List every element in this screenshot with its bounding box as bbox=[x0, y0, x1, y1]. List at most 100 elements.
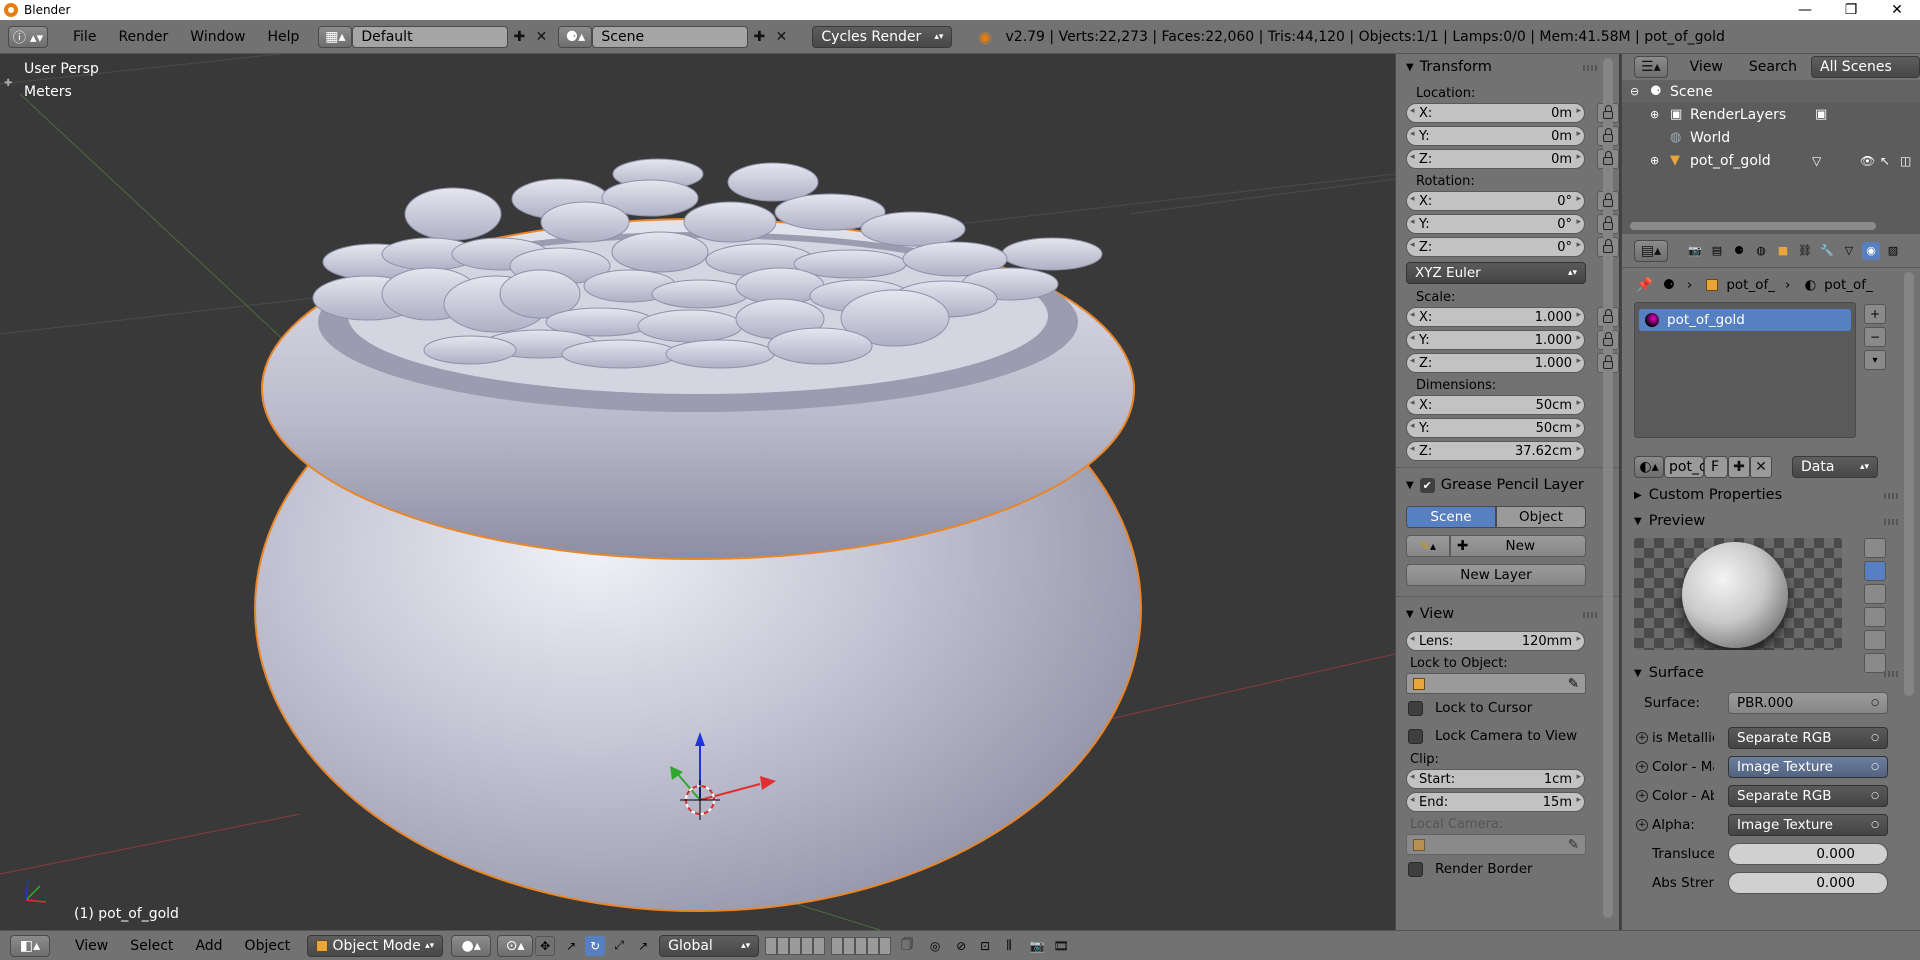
normal-manipulator-icon[interactable]: ↗ bbox=[633, 936, 653, 956]
grease-pencil-browse-button[interactable]: ✎ ▴ bbox=[1406, 535, 1450, 557]
unlink-material-icon[interactable]: ✕ bbox=[1750, 456, 1772, 478]
outliner-item-world[interactable]: ◍ World bbox=[1622, 126, 1920, 149]
material-browse-button[interactable]: ◐▴ bbox=[1634, 456, 1664, 478]
outliner-item-renderlayers[interactable]: ⊕ ▣ RenderLayers ▣ bbox=[1622, 103, 1920, 126]
location-y-field[interactable]: Y: 0m bbox=[1406, 126, 1585, 146]
layout-name-field[interactable]: Default bbox=[352, 25, 509, 48]
panel-grip-icon[interactable] bbox=[1884, 671, 1898, 677]
material-name-field[interactable]: pot_o bbox=[1664, 456, 1708, 478]
outliner-editor-type-button[interactable]: ☰▴ bbox=[1634, 56, 1668, 78]
view-panel-header[interactable]: ▼ View bbox=[1396, 603, 1619, 625]
minimize-button[interactable]: — bbox=[1782, 0, 1828, 20]
surface-shader-dropdown[interactable]: PBR.000 ○ bbox=[1728, 691, 1888, 714]
new-grease-pencil-button[interactable]: ✚ New bbox=[1450, 535, 1586, 557]
preview-sphere-icon[interactable] bbox=[1864, 561, 1886, 581]
material-context-icon[interactable]: ◉ bbox=[1862, 241, 1880, 260]
preview-panel-header[interactable]: ▼ Preview bbox=[1622, 508, 1920, 534]
snap-icon[interactable]: ⊘ bbox=[951, 936, 971, 956]
remove-scene-icon[interactable]: ✕ bbox=[770, 26, 792, 48]
add-scene-icon[interactable]: ✚ bbox=[748, 26, 770, 48]
rotation-mode-dropdown[interactable]: XYZ Euler ▴▾ bbox=[1406, 262, 1586, 284]
texture-context-icon[interactable]: ▨ bbox=[1884, 242, 1902, 260]
preview-plane-icon[interactable] bbox=[1864, 538, 1886, 558]
menu-add[interactable]: Add bbox=[184, 938, 233, 954]
menu-window[interactable]: Window bbox=[179, 29, 256, 45]
panel-grip-icon[interactable] bbox=[1884, 519, 1898, 525]
lock-object-field[interactable]: ✎ bbox=[1406, 673, 1586, 694]
editor-type-button[interactable]: ⓘ ▴▾ bbox=[8, 25, 48, 48]
dimension-z-field[interactable]: Z: 37.62cm bbox=[1406, 441, 1585, 461]
expand-input-icon[interactable]: + bbox=[1636, 731, 1648, 744]
translucency-slider[interactable]: 0.000 bbox=[1728, 842, 1888, 865]
layer-lock-icon[interactable]: 🗍 bbox=[897, 936, 917, 956]
expand-toggle-icon[interactable]: ⊕ bbox=[1650, 154, 1659, 167]
material-slot-item[interactable]: pot_of_gold bbox=[1639, 309, 1851, 331]
input-link-dropdown[interactable]: Image Texture ○ bbox=[1728, 813, 1888, 836]
toolshelf-toggle-icon[interactable]: ✚ bbox=[4, 78, 12, 89]
proportional-edit-icon[interactable]: ◎ bbox=[925, 936, 945, 956]
layout-browse-button[interactable]: ▦▴ bbox=[318, 25, 353, 48]
clip-end-field[interactable]: End: 15m bbox=[1406, 792, 1585, 812]
rotation-y-field[interactable]: Y: 0° bbox=[1406, 214, 1585, 234]
layers-grid-2[interactable] bbox=[831, 936, 892, 955]
new-material-icon[interactable]: ✚ bbox=[1728, 456, 1750, 478]
eyedropper-icon[interactable]: ✎ bbox=[1568, 676, 1579, 692]
menu-help[interactable]: Help bbox=[256, 29, 310, 45]
lock-camera-checkbox[interactable]: Lock Camera to View bbox=[1396, 722, 1619, 750]
eyedropper-icon[interactable]: ✎ bbox=[1568, 837, 1579, 853]
rotation-x-field[interactable]: X: 0° bbox=[1406, 191, 1585, 211]
rotation-z-field[interactable]: Z: 0° bbox=[1406, 237, 1585, 257]
render-context-icon[interactable]: 📷 bbox=[1686, 242, 1704, 260]
scene-name-field[interactable]: Scene bbox=[592, 25, 749, 48]
input-link-dropdown[interactable]: Separate RGB ○ bbox=[1728, 784, 1888, 807]
menu-render[interactable]: Render bbox=[107, 29, 179, 45]
render-camera-icon[interactable]: ◫ bbox=[1900, 154, 1911, 168]
scale-y-field[interactable]: Y: 1.000 bbox=[1406, 330, 1585, 350]
panel-grip-icon[interactable] bbox=[1583, 65, 1597, 71]
scale-z-field[interactable]: Z: 1.000 bbox=[1406, 353, 1585, 373]
remove-layout-icon[interactable]: ✕ bbox=[530, 26, 552, 48]
outliner-horizontal-scrollbar[interactable] bbox=[1630, 222, 1876, 230]
close-button[interactable]: ✕ bbox=[1874, 0, 1920, 20]
render-layers-context-icon[interactable]: ▤ bbox=[1708, 242, 1726, 260]
expand-input-icon[interactable]: + bbox=[1636, 789, 1648, 802]
layers-grid-1[interactable] bbox=[765, 936, 826, 955]
input-link-dropdown[interactable]: Separate RGB ○ bbox=[1728, 726, 1888, 749]
interaction-mode-dropdown[interactable]: Object Mode ▴▾ bbox=[307, 934, 444, 957]
selectable-cursor-icon[interactable]: ↖ bbox=[1880, 154, 1890, 168]
opengl-animation-icon[interactable]: 🎞 bbox=[1051, 936, 1071, 956]
translate-manipulator-icon[interactable]: ↗ bbox=[561, 936, 581, 956]
render-engine-dropdown[interactable]: Cycles Render ▴▾ bbox=[812, 25, 953, 48]
location-x-field[interactable]: X: 0m bbox=[1406, 103, 1585, 123]
object-context-icon[interactable]: ■ bbox=[1774, 242, 1792, 260]
input-link-dropdown[interactable]: Image Texture ○ bbox=[1728, 755, 1888, 778]
world-context-icon[interactable]: ◍ bbox=[1752, 242, 1770, 260]
rotate-manipulator-icon[interactable]: ↻ bbox=[585, 935, 606, 956]
abs-strength-slider[interactable]: 0.000 bbox=[1728, 871, 1888, 894]
properties-editor-type-button[interactable]: ▤▴ bbox=[1634, 239, 1668, 262]
manipulator-toggle-icon[interactable]: ✥ bbox=[535, 935, 556, 956]
collapse-toggle-icon[interactable]: ⊖ bbox=[1630, 85, 1639, 98]
scene-browse-button[interactable]: ⚈▴ bbox=[558, 25, 593, 48]
pin-icon[interactable]: 📌 bbox=[1636, 277, 1653, 293]
opengl-render-icon[interactable]: 📷 bbox=[1027, 936, 1047, 956]
add-slot-icon[interactable]: + bbox=[1864, 304, 1886, 324]
remove-slot-icon[interactable]: − bbox=[1864, 327, 1886, 347]
outliner-filter-dropdown[interactable]: All Scenes bbox=[1811, 56, 1920, 78]
constraints-context-icon[interactable]: ⛓ bbox=[1796, 242, 1814, 260]
scale-x-field[interactable]: X: 1.000 bbox=[1406, 307, 1585, 327]
grease-pencil-panel-header[interactable]: ▼ ✔ Grease Pencil Layer bbox=[1396, 474, 1619, 496]
visibility-eye-icon[interactable]: 👁 bbox=[1860, 154, 1875, 168]
viewport-shading-button[interactable]: ●▴ bbox=[451, 934, 492, 957]
grease-pencil-checkbox[interactable]: ✔ bbox=[1419, 477, 1435, 493]
pivot-point-button[interactable]: ⊙▴ bbox=[497, 934, 534, 957]
tab-scene[interactable]: Scene bbox=[1406, 506, 1496, 528]
3d-viewport[interactable]: ✚ User Persp Meters (1) pot_of_gold bbox=[0, 54, 1395, 930]
maximize-button[interactable]: ❐ bbox=[1828, 0, 1874, 20]
local-camera-field[interactable]: ✎ bbox=[1406, 834, 1586, 855]
menu-select[interactable]: Select bbox=[119, 938, 184, 954]
preview-hair-icon[interactable] bbox=[1864, 630, 1886, 650]
panel-grip-icon[interactable] bbox=[1583, 612, 1597, 618]
new-layer-button[interactable]: New Layer bbox=[1406, 564, 1586, 586]
material-link-dropdown[interactable]: Data ▴▾ bbox=[1792, 456, 1878, 478]
